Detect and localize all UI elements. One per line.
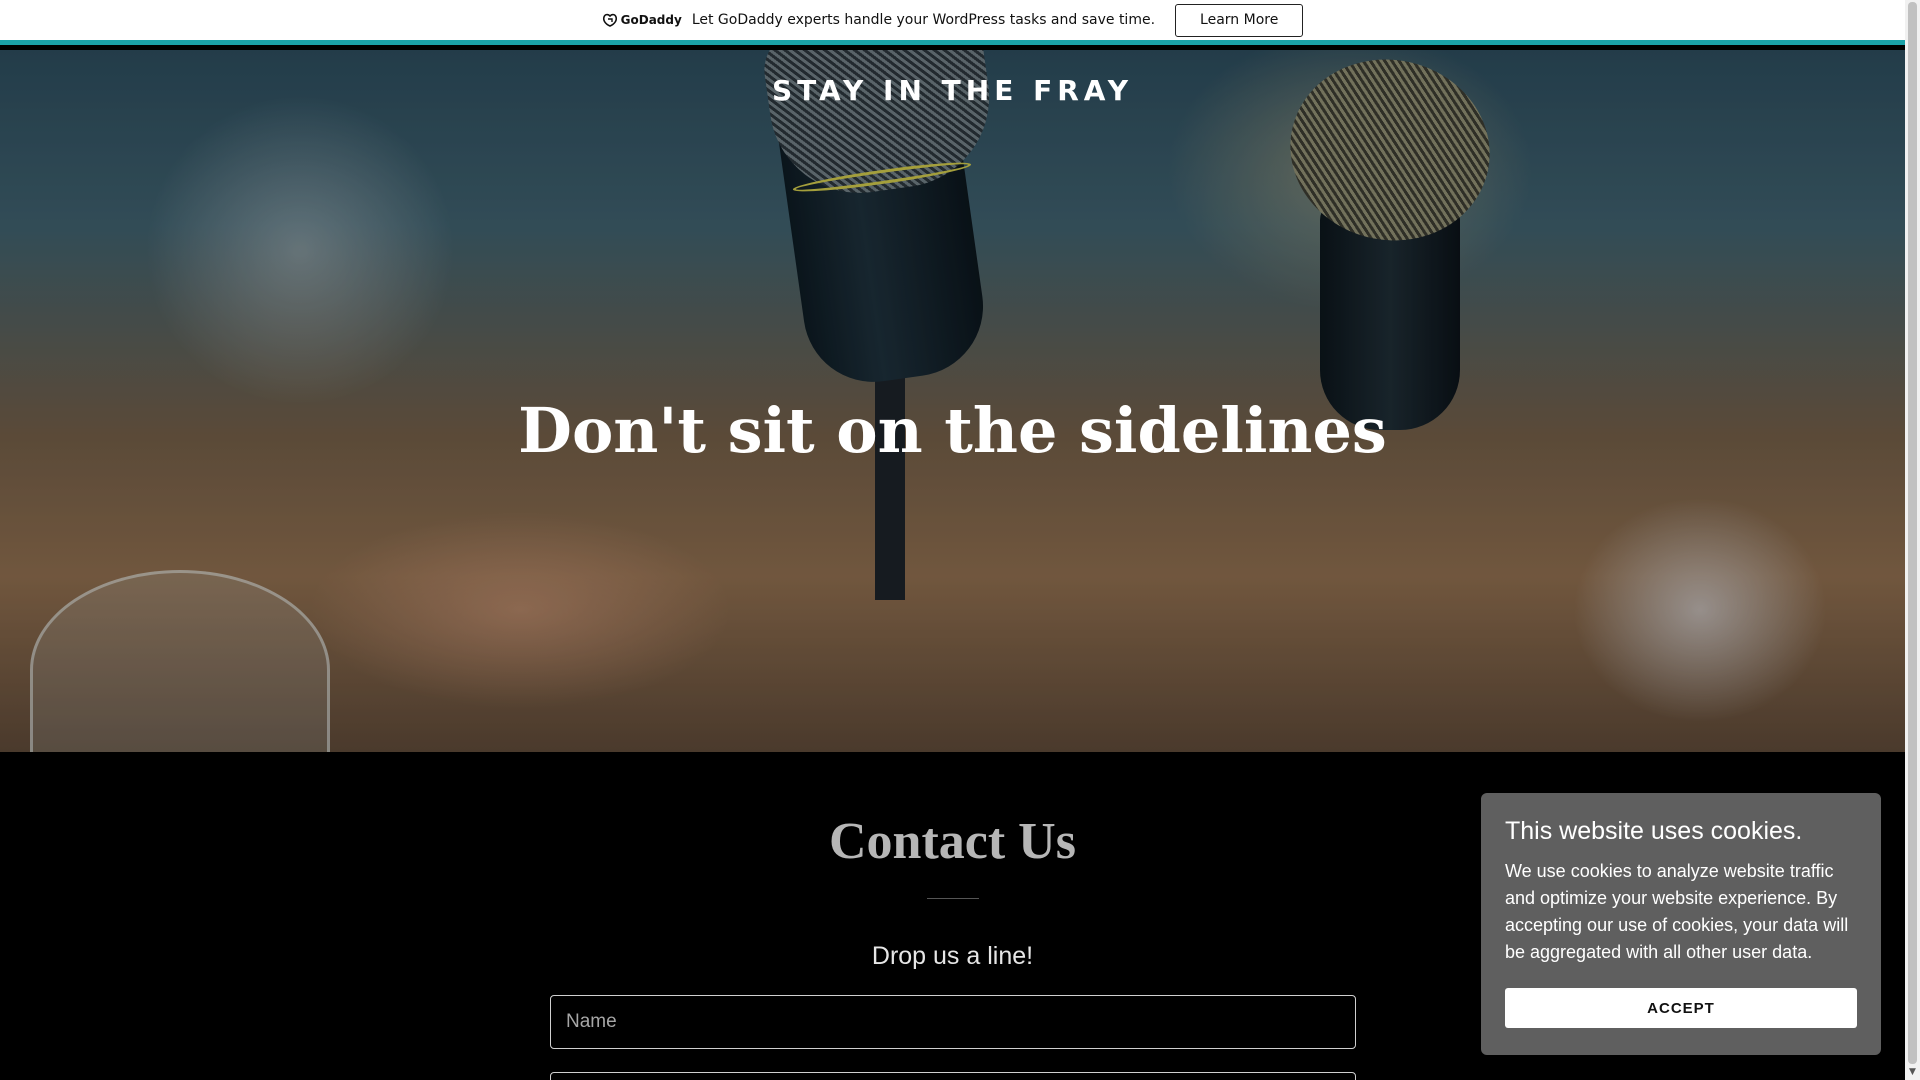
- godaddy-logo-text: GoDaddy: [620, 13, 682, 27]
- hero-headline: Don't sit on the sidelines: [518, 394, 1387, 467]
- cookie-title: This website uses cookies.: [1505, 817, 1803, 845]
- next-form-field[interactable]: [550, 1072, 1356, 1080]
- site-title[interactable]: STAY IN THE FRAY: [0, 74, 1905, 107]
- learn-more-button[interactable]: Learn More: [1175, 3, 1304, 37]
- cookie-consent-panel: This website uses cookies. We use cookie…: [1481, 793, 1881, 1055]
- promo-message: Let GoDaddy experts handle your WordPres…: [691, 12, 1156, 28]
- godaddy-logo: GoDaddy: [602, 13, 682, 27]
- cookie-message: We use cookies to analyze website traffi…: [1505, 861, 1849, 962]
- promo-banner: GoDaddy Let GoDaddy experts handle your …: [0, 0, 1905, 45]
- accept-cookies-button[interactable]: ACCEPT: [1505, 988, 1857, 1028]
- name-input[interactable]: [550, 995, 1356, 1049]
- scrollbar-thumb[interactable]: [1908, 2, 1917, 1064]
- section-divider: [927, 898, 979, 899]
- godaddy-logo-icon: [602, 13, 617, 27]
- chevron-down-icon[interactable]: ▼: [1907, 1067, 1918, 1078]
- hero-section: STAY IN THE FRAY Don't sit on the sideli…: [0, 50, 1905, 752]
- page-scrollbar[interactable]: ▼: [1905, 0, 1920, 1080]
